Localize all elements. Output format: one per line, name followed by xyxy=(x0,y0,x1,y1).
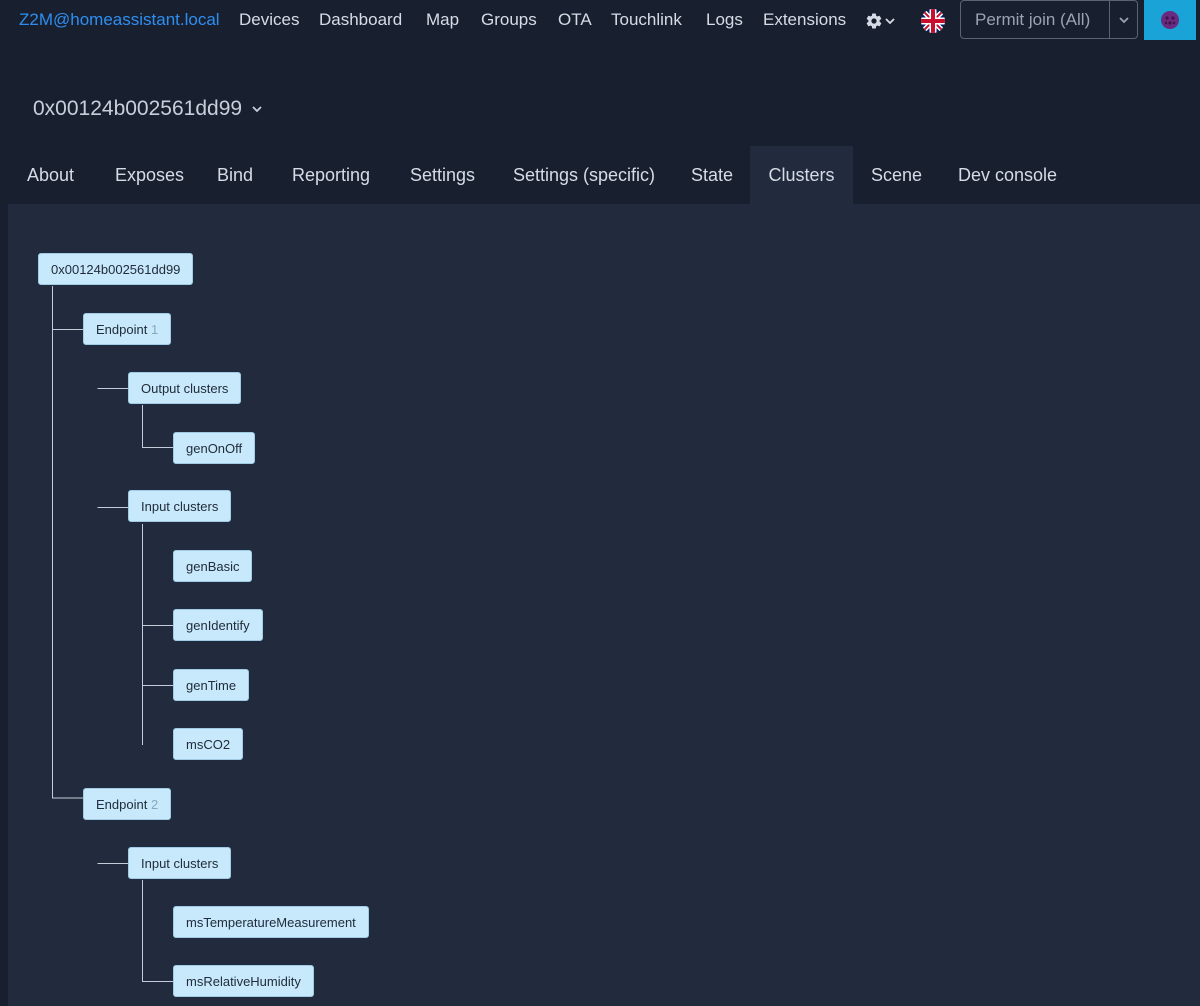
nav-ota[interactable]: OTA xyxy=(558,10,592,30)
nav-map[interactable]: Map xyxy=(426,10,459,30)
device-title: 0x00124b002561dd99 xyxy=(33,97,243,120)
endpoint-number: 2 xyxy=(150,797,159,812)
nav-groups[interactable]: Groups xyxy=(481,10,537,30)
tab-about[interactable]: About xyxy=(27,146,74,204)
cluster-genIdentify[interactable]: genIdentify xyxy=(173,609,263,641)
gear-icon xyxy=(866,13,882,29)
nav-logs[interactable]: Logs xyxy=(706,10,743,30)
cluster-msTemperatureMeasurement[interactable]: msTemperatureMeasurement xyxy=(173,906,369,938)
top-navbar: Z2M@homeassistant.local Devices Dashboar… xyxy=(0,0,1200,42)
uk-flag-icon xyxy=(921,9,945,33)
permit-join-dropdown[interactable] xyxy=(1109,1,1137,38)
permit-join-button-group: Permit join (All) xyxy=(960,0,1138,39)
cluster-msRelativeHumidity[interactable]: msRelativeHumidity xyxy=(173,965,314,997)
user-menu-button[interactable] xyxy=(1144,0,1196,40)
cluster-genTime[interactable]: genTime xyxy=(173,669,250,701)
settings-dropdown[interactable] xyxy=(865,9,899,33)
tree-endpoint-2[interactable]: Endpoint 2 xyxy=(83,788,172,820)
endpoint-number: 1 xyxy=(150,322,159,337)
clusters-panel: 0x00124b002561dd99 Endpoint 1 Output clu… xyxy=(8,204,1200,1006)
tab-settings-specific[interactable]: Settings (specific) xyxy=(513,146,655,204)
tree-output-clusters[interactable]: Output clusters xyxy=(128,372,242,404)
tab-scene[interactable]: Scene xyxy=(871,146,922,204)
endpoint-label: Endpoint xyxy=(96,322,148,337)
nav-devices[interactable]: Devices xyxy=(239,10,299,30)
nav-touchlink[interactable]: Touchlink xyxy=(611,10,682,30)
chevron-down-icon xyxy=(252,106,262,113)
language-selector[interactable] xyxy=(921,9,945,33)
endpoint-label: Endpoint xyxy=(96,797,148,812)
chevron-down-icon xyxy=(885,18,895,25)
cluster-genOnOff[interactable]: genOnOff xyxy=(173,432,256,464)
tree-input-clusters[interactable]: Input clusters xyxy=(128,847,232,879)
permit-join-button[interactable]: Permit join (All) xyxy=(961,10,1109,30)
tab-bind[interactable]: Bind xyxy=(217,146,253,204)
tab-settings[interactable]: Settings xyxy=(410,146,475,204)
cluster-genBasic[interactable]: genBasic xyxy=(173,550,253,582)
tree-root-device[interactable]: 0x00124b002561dd99 xyxy=(38,253,194,285)
tab-dev-console[interactable]: Dev console xyxy=(958,146,1057,204)
tree-endpoint-1[interactable]: Endpoint 1 xyxy=(83,313,172,345)
device-tabs: About Exposes Bind Reporting Settings Se… xyxy=(8,146,1200,204)
tab-state[interactable]: State xyxy=(691,146,733,204)
tree-connectors xyxy=(52,286,173,982)
cluster-msCO2[interactable]: msCO2 xyxy=(173,728,244,760)
tab-exposes[interactable]: Exposes xyxy=(115,146,184,204)
device-selector[interactable]: 0x00124b002561dd99 xyxy=(33,97,262,121)
tree-input-clusters[interactable]: Input clusters xyxy=(128,490,232,522)
brand-link[interactable]: Z2M@homeassistant.local xyxy=(19,10,220,30)
tab-clusters[interactable]: Clusters xyxy=(750,146,853,204)
avatar-icon xyxy=(1161,11,1179,29)
tab-reporting[interactable]: Reporting xyxy=(292,146,370,204)
chevron-down-icon xyxy=(1118,16,1129,23)
nav-extensions[interactable]: Extensions xyxy=(763,10,846,30)
nav-dashboard[interactable]: Dashboard xyxy=(319,10,402,30)
